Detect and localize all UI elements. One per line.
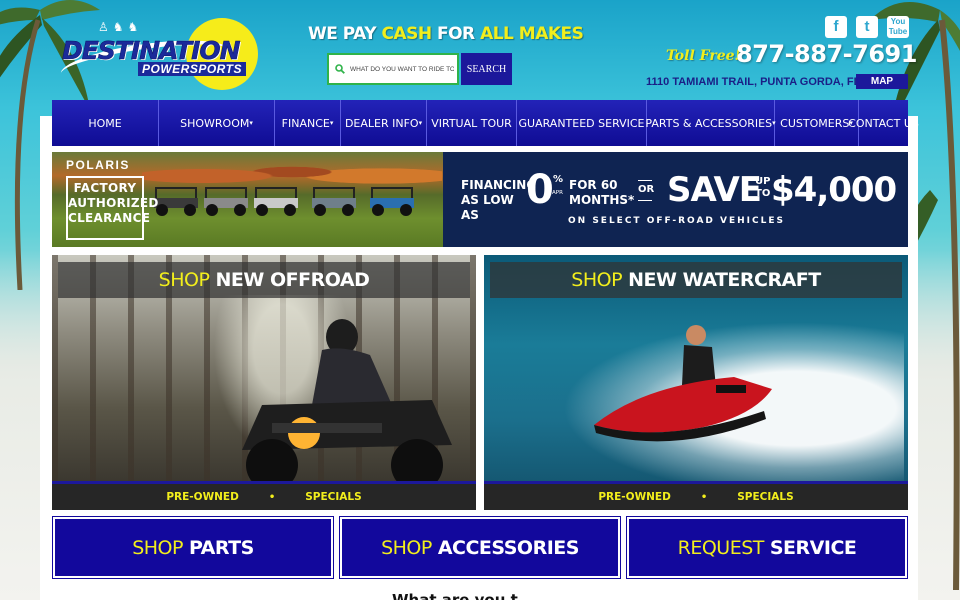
logo-text-main: DESTINATION: [62, 36, 241, 66]
nav-label: FINANCE: [281, 116, 330, 130]
tile-footer-links: PRE-OWNED • SPECIALS: [52, 481, 476, 510]
nav-label: CUSTOMERS: [780, 116, 850, 130]
nav-showroom[interactable]: SHOWROOM ▾: [159, 100, 275, 146]
utv-image: [370, 187, 414, 216]
nav-label: GUARANTEED SERVICE: [518, 116, 645, 130]
logo-text-sub: POWERSPORTS: [138, 62, 246, 76]
search-icon: [335, 64, 345, 74]
percent-sign: %: [553, 174, 564, 185]
section-heading: What are you t: [392, 591, 518, 600]
dropdown-caret-icon: ▾: [329, 119, 334, 127]
pre-owned-link[interactable]: PRE-OWNED: [166, 491, 239, 503]
financing-text: FINANCING AS LOW AS: [461, 178, 537, 222]
nav-label: CONTACT US: [848, 116, 919, 130]
apr-label: APR: [552, 190, 563, 196]
facebook-icon[interactable]: f: [825, 16, 847, 38]
specials-link[interactable]: SPECIALS: [737, 491, 793, 503]
or-text: OR: [638, 184, 655, 195]
financing-rate: 0: [526, 167, 554, 213]
specials-link[interactable]: SPECIALS: [305, 491, 361, 503]
shop-offroad-tile[interactable]: SHOP NEW OFFROAD PRE-OWNED • SPECIALS: [52, 255, 476, 510]
nav-home[interactable]: HOME: [52, 100, 159, 146]
polaris-logo: POLARIS: [66, 158, 130, 172]
main-navigation: HOME SHOWROOM ▾ FINANCE ▾ DEALER INFO ▾ VIR…: [52, 100, 919, 146]
divider: [638, 200, 652, 201]
logo-riders-icon: ♙♞♞: [98, 20, 143, 34]
separator-dot: •: [700, 491, 708, 503]
fine-print: ON SELECT OFF-ROAD VEHICLES: [568, 216, 785, 226]
site-logo[interactable]: ♙♞♞ DESTINATION POWERSPORTS: [58, 14, 258, 92]
phone-number[interactable]: 877-887-7691: [736, 40, 917, 68]
up-to-text: UP TO: [755, 176, 771, 199]
nav-finance[interactable]: FINANCE ▾: [275, 100, 341, 146]
promo-offer: FINANCING AS LOW AS 0 % APR FOR 60 MONTH…: [443, 152, 908, 247]
nav-label: HOME: [88, 116, 122, 130]
nav-guaranteed-service[interactable]: GUARANTEED SERVICE: [517, 100, 647, 146]
utv-image: [204, 187, 248, 216]
term-text: FOR 60 MONTHS*: [569, 178, 635, 207]
cash-tagline: WE PAY CASH FOR ALL MAKES: [308, 24, 584, 44]
search-field[interactable]: [327, 53, 459, 85]
promo-image: POLARIS FACTORY AUTHORIZED CLEARANCE: [52, 152, 443, 247]
separator-dot: •: [268, 491, 276, 503]
tile-title-watercraft: SHOP NEW WATERCRAFT: [490, 262, 902, 298]
toll-free-label: Toll Free!: [666, 48, 741, 64]
clearance-badge: FACTORY AUTHORIZED CLEARANCE: [66, 176, 158, 240]
nav-label: PARTS & ACCESSORIES: [645, 116, 773, 130]
shop-parts-button[interactable]: SHOP PARTS: [52, 516, 334, 579]
divider: [638, 180, 652, 181]
youtube-icon[interactable]: You Tube: [887, 16, 909, 38]
nav-dealer-info[interactable]: DEALER INFO ▾: [341, 100, 427, 146]
utv-image: [154, 187, 198, 216]
dropdown-caret-icon: ▾: [418, 119, 423, 127]
utv-image: [312, 187, 356, 216]
nav-label: VIRTUAL TOUR: [431, 116, 512, 130]
tile-title-offroad: SHOP NEW OFFROAD: [58, 262, 470, 298]
request-service-button[interactable]: REQUEST SERVICE: [626, 516, 908, 579]
twitter-icon[interactable]: t: [856, 16, 878, 38]
map-button[interactable]: MAP: [856, 74, 908, 89]
shop-accessories-button[interactable]: SHOP ACCESSORIES: [339, 516, 621, 579]
utv-image: [254, 187, 298, 216]
nav-customers[interactable]: CUSTOMERS ▾: [775, 100, 859, 146]
pre-owned-link[interactable]: PRE-OWNED: [598, 491, 671, 503]
nav-label: DEALER INFO: [344, 116, 419, 130]
jetski-rider-image: [594, 325, 772, 442]
shop-watercraft-tile[interactable]: SHOP NEW WATERCRAFT PRE-OWNED • SPECIALS: [484, 255, 908, 510]
atv-rider-image: [242, 319, 452, 485]
dropdown-caret-icon: ▾: [249, 119, 253, 127]
polaris-promo-banner[interactable]: POLARIS FACTORY AUTHORIZED CLEARANCE FIN…: [52, 152, 908, 247]
nav-parts-accessories[interactable]: PARTS & ACCESSORIES ▾: [645, 100, 776, 146]
savings-amount: $4,000: [771, 170, 897, 210]
nav-virtual-tour[interactable]: VIRTUAL TOUR: [427, 100, 517, 146]
store-address: 1110 TAMIAMI TRAIL, PUNTA GORDA, FL: [646, 76, 861, 88]
tile-footer-links: PRE-OWNED • SPECIALS: [484, 481, 908, 510]
nav-contact-us[interactable]: CONTACT US: [848, 100, 919, 146]
save-text: SAVE: [667, 170, 762, 210]
search-button[interactable]: SEARCH: [461, 53, 512, 85]
search-input[interactable]: [350, 65, 454, 73]
nav-label: SHOWROOM: [180, 116, 250, 130]
